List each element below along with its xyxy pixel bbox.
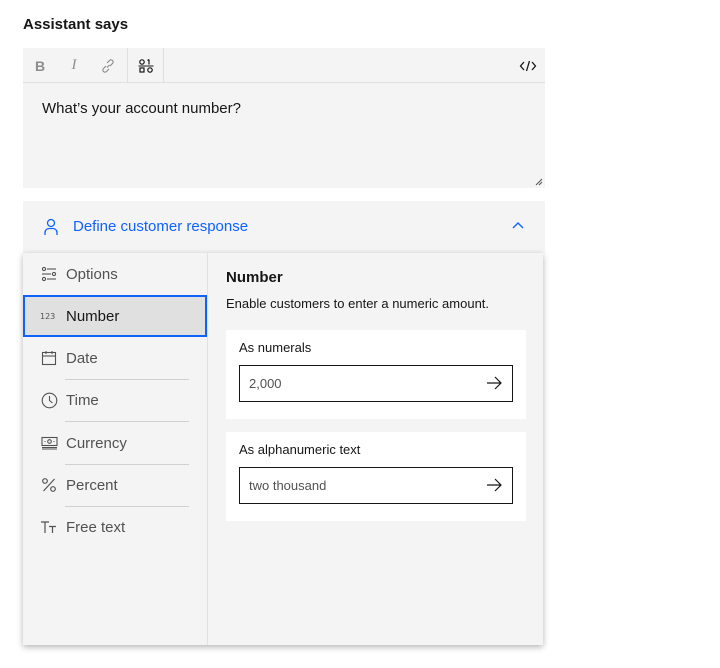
variable-icon	[138, 58, 154, 73]
link-icon	[102, 58, 114, 73]
numerals-example-field[interactable]: 2,000	[239, 365, 513, 402]
resize-handle-icon[interactable]	[535, 178, 543, 186]
options-icon	[40, 265, 58, 283]
alphanumeric-option-card[interactable]: As alphanumeric text two thousand	[226, 432, 526, 521]
define-customer-response-label: Define customer response	[73, 218, 249, 235]
menu-item-number[interactable]: 123 Number	[23, 295, 207, 337]
editor-toolbar: B I	[23, 48, 545, 83]
insert-variable-button[interactable]	[129, 48, 163, 83]
person-icon	[44, 218, 58, 235]
menu-item-options[interactable]: Options	[23, 253, 208, 295]
menu-item-free-text[interactable]: Free text	[23, 506, 208, 548]
number-icon: 123	[40, 307, 58, 325]
alphanumeric-example-field[interactable]: two thousand	[239, 467, 513, 504]
response-type-popover: Options 123 Number Date Time Currency Pe…	[23, 253, 543, 645]
toolbar-divider	[163, 48, 164, 83]
detail-title: Number	[226, 269, 283, 286]
toolbar-divider	[127, 48, 128, 83]
menu-item-percent[interactable]: Percent	[23, 464, 208, 506]
arrow-right-icon	[487, 376, 502, 390]
chevron-up-icon	[512, 222, 524, 229]
menu-item-label: Currency	[66, 434, 127, 452]
clock-icon	[40, 391, 58, 409]
rich-text-editor[interactable]: B I What’s your account number?	[23, 48, 545, 188]
menu-item-date[interactable]: Date	[23, 337, 208, 379]
menu-item-label: Free text	[66, 518, 126, 536]
section-heading: Assistant says	[23, 16, 129, 33]
example-value: two thousand	[249, 478, 327, 493]
example-value: 2,000	[249, 376, 282, 391]
menu-item-label: Number	[66, 307, 120, 325]
text-icon	[40, 518, 58, 536]
page: Assistant says B I What’s your account n…	[0, 0, 720, 668]
percent-icon	[40, 476, 58, 494]
arrow-right-icon	[487, 478, 502, 492]
menu-item-label: Time	[66, 391, 99, 409]
currency-icon	[40, 434, 58, 452]
calendar-icon	[40, 349, 58, 367]
link-button[interactable]	[91, 48, 125, 83]
numerals-option-card[interactable]: As numerals 2,000	[226, 330, 526, 419]
menu-item-label: Date	[66, 349, 98, 367]
svg-text:123: 123	[40, 312, 55, 321]
editor-text[interactable]: What’s your account number?	[42, 100, 241, 117]
define-customer-response-toggle[interactable]: Define customer response	[23, 201, 545, 253]
menu-item-time[interactable]: Time	[23, 379, 208, 421]
code-view-button[interactable]	[511, 48, 545, 83]
menu-item-label: Percent	[66, 476, 118, 494]
menu-item-currency[interactable]: Currency	[23, 422, 208, 464]
response-type-menu: Options 123 Number Date Time Currency Pe…	[23, 253, 208, 645]
menu-item-label: Options	[66, 265, 118, 283]
code-icon	[519, 60, 537, 71]
card-label: As numerals	[239, 340, 312, 355]
detail-description: Enable customers to enter a numeric amou…	[226, 296, 490, 311]
card-label: As alphanumeric text	[239, 442, 361, 457]
response-type-detail: Number Enable customers to enter a numer…	[208, 253, 543, 645]
bold-button[interactable]: B	[23, 48, 57, 83]
italic-button[interactable]: I	[57, 48, 91, 83]
